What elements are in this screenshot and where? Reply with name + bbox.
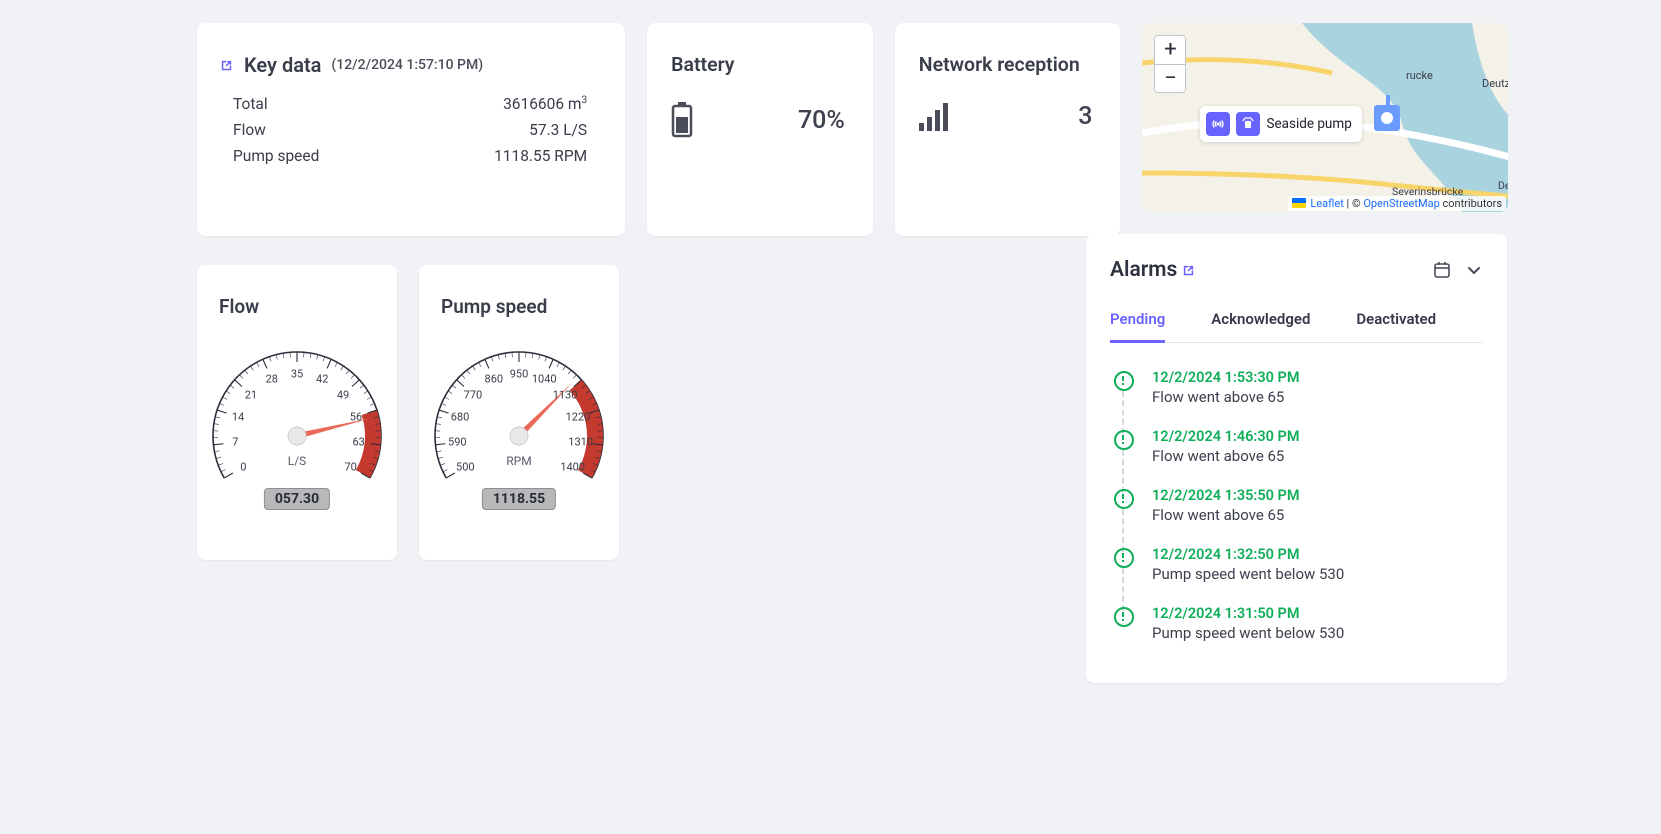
- alarm-message: Pump speed went below 530: [1152, 565, 1497, 583]
- gauge-tick: 21: [245, 388, 257, 401]
- alert-icon: [1114, 430, 1134, 450]
- map-attribution: Leaflet | © OpenStreetMap contributors: [1288, 196, 1506, 211]
- external-link-icon[interactable]: [219, 58, 234, 73]
- svg-text:Deutzer Ring: Deutzer Ring: [1498, 179, 1508, 192]
- key-data-title: Key data: [244, 53, 321, 77]
- flow-gauge: 07142128354249566370L/S057.30: [197, 336, 397, 512]
- alarm-time: 12/2/2024 1:35:50 PM: [1152, 487, 1497, 504]
- key-data-row: Total 3616606 m3: [233, 95, 587, 113]
- battery-value: 70%: [798, 106, 845, 135]
- alarm-item[interactable]: 12/2/2024 1:32:50 PM Pump speed went belo…: [1116, 546, 1497, 605]
- key-data-row: Flow 57.3 L/S: [233, 121, 587, 139]
- zoom-out-button[interactable]: −: [1155, 64, 1185, 92]
- alarm-message: Flow went above 65: [1152, 506, 1497, 524]
- gauge-tick: 1310: [568, 436, 593, 449]
- gauge-unit: L/S: [288, 454, 307, 468]
- key-data-value: 57.3 L/S: [529, 121, 587, 139]
- gauge-tick: 56: [350, 410, 362, 423]
- gauge-tick: 1040: [532, 373, 557, 386]
- gauge-reading: 057.30: [264, 488, 330, 510]
- alarm-time: 12/2/2024 1:46:30 PM: [1152, 428, 1497, 445]
- alert-icon: [1114, 371, 1134, 391]
- map-marker-text: Seaside pump: [1266, 116, 1351, 132]
- antenna-icon: [1206, 112, 1230, 136]
- map-marker-label[interactable]: Seaside pump: [1200, 106, 1361, 142]
- svg-text:rucke: rucke: [1406, 69, 1433, 82]
- alarm-item[interactable]: 12/2/2024 1:53:30 PM Flow went above 65: [1116, 369, 1497, 428]
- zoom-in-button[interactable]: +: [1155, 36, 1185, 64]
- gauge-tick: 590: [448, 436, 467, 449]
- leaflet-link[interactable]: Leaflet: [1310, 197, 1343, 210]
- map-zoom: + −: [1154, 35, 1186, 93]
- alarm-message: Flow went above 65: [1152, 447, 1497, 465]
- gauge-tick: 500: [456, 461, 475, 474]
- battery-card: Battery 70%: [647, 23, 873, 236]
- gauge-tick: 49: [337, 388, 349, 401]
- gauge-tick: 42: [316, 373, 328, 386]
- gauge-reading: 1118.55: [482, 488, 556, 510]
- gauge-tick: 14: [232, 410, 244, 423]
- calendar-icon[interactable]: [1433, 261, 1451, 279]
- tab-deactivated[interactable]: Deactivated: [1356, 310, 1436, 342]
- alarm-time: 12/2/2024 1:53:30 PM: [1152, 369, 1497, 386]
- gauge-unit: RPM: [506, 454, 531, 468]
- battery-title: Battery: [671, 53, 845, 76]
- gauge-tick: 950: [510, 368, 529, 381]
- alarm-item[interactable]: 12/2/2024 1:35:50 PM Flow went above 65: [1116, 487, 1497, 546]
- alarm-message: Flow went above 65: [1152, 388, 1497, 406]
- key-data-label: Total: [233, 95, 268, 113]
- tab-acknowledged[interactable]: Acknowledged: [1211, 310, 1310, 342]
- network-card: Network reception 3: [895, 23, 1121, 236]
- alarms-card: Alarms Pending Acknowledged Deactivated 12…: [1086, 234, 1507, 683]
- alarm-item[interactable]: 12/2/2024 1:46:30 PM Flow went above 65: [1116, 428, 1497, 487]
- alarm-time: 12/2/2024 1:31:50 PM: [1152, 605, 1497, 622]
- ukraine-flag-icon: [1292, 198, 1306, 208]
- gauge-tick: 28: [266, 373, 278, 386]
- key-data-value: 1118.55 RPM: [494, 147, 587, 165]
- key-data-card: Key data (12/2/2024 1:57:10 PM) Total 361…: [197, 23, 625, 236]
- flow-gauge-card: Flow 07142128354249566370L/S057.30: [197, 265, 397, 560]
- gauge-tick: 680: [451, 410, 470, 423]
- alert-icon: [1114, 489, 1134, 509]
- network-value: 3: [1078, 102, 1092, 131]
- flow-gauge-title: Flow: [197, 295, 397, 318]
- key-data-value: 3616606 m3: [503, 95, 587, 113]
- pump-gauge-title: Pump speed: [419, 295, 619, 318]
- alarm-time: 12/2/2024 1:32:50 PM: [1152, 546, 1497, 563]
- alarm-message: Pump speed went below 530: [1152, 624, 1497, 642]
- signal-icon: [919, 103, 949, 131]
- gauge-tick: 860: [485, 373, 504, 386]
- gauge-tick: 1130: [553, 388, 578, 401]
- svg-text:Deutzer: Deutzer: [1482, 77, 1508, 90]
- key-data-timestamp: (12/2/2024 1:57:10 PM): [331, 57, 483, 73]
- alarms-tabs: Pending Acknowledged Deactivated: [1110, 310, 1483, 343]
- alert-icon: [1114, 607, 1134, 627]
- pump-gauge: 500 590 680 770860 9501040 1130 1220 1310 1400 RP…: [419, 336, 619, 512]
- key-data-row: Pump speed 1118.55 RPM: [233, 147, 587, 165]
- gauge-tick: 0: [240, 461, 246, 474]
- gauge-tick: 7: [232, 436, 238, 449]
- tab-pending[interactable]: Pending: [1110, 310, 1165, 343]
- gauge-tick: 1220: [566, 410, 591, 423]
- key-data-label: Flow: [233, 121, 266, 139]
- alarm-item[interactable]: 12/2/2024 1:31:50 PM Pump speed went belo…: [1116, 605, 1497, 664]
- osm-link[interactable]: OpenStreetMap: [1363, 197, 1439, 210]
- external-link-icon[interactable]: [1181, 263, 1196, 278]
- map[interactable]: Deutzer Deutz rucke Severinsbrücke Deutz…: [1142, 23, 1508, 212]
- gauge-tick: 35: [291, 368, 303, 381]
- pump-gauge-card: Pump speed 500 590 680 770860 9501040 1130 122…: [419, 265, 619, 560]
- gauge-tick: 70: [345, 461, 357, 474]
- battery-icon: [671, 102, 693, 138]
- alarms-title: Alarms: [1110, 258, 1177, 282]
- network-title: Network reception: [919, 53, 1093, 76]
- gauge-tick: 63: [352, 436, 364, 449]
- gauge-tick: 770: [464, 388, 483, 401]
- alert-icon: [1114, 548, 1134, 568]
- beacon-icon: [1236, 112, 1260, 136]
- key-data-label: Pump speed: [233, 147, 319, 165]
- chevron-down-icon[interactable]: [1465, 261, 1483, 279]
- alarms-list[interactable]: 12/2/2024 1:53:30 PMFlow went above 6512…: [1086, 343, 1507, 683]
- gauge-tick: 1400: [560, 461, 585, 474]
